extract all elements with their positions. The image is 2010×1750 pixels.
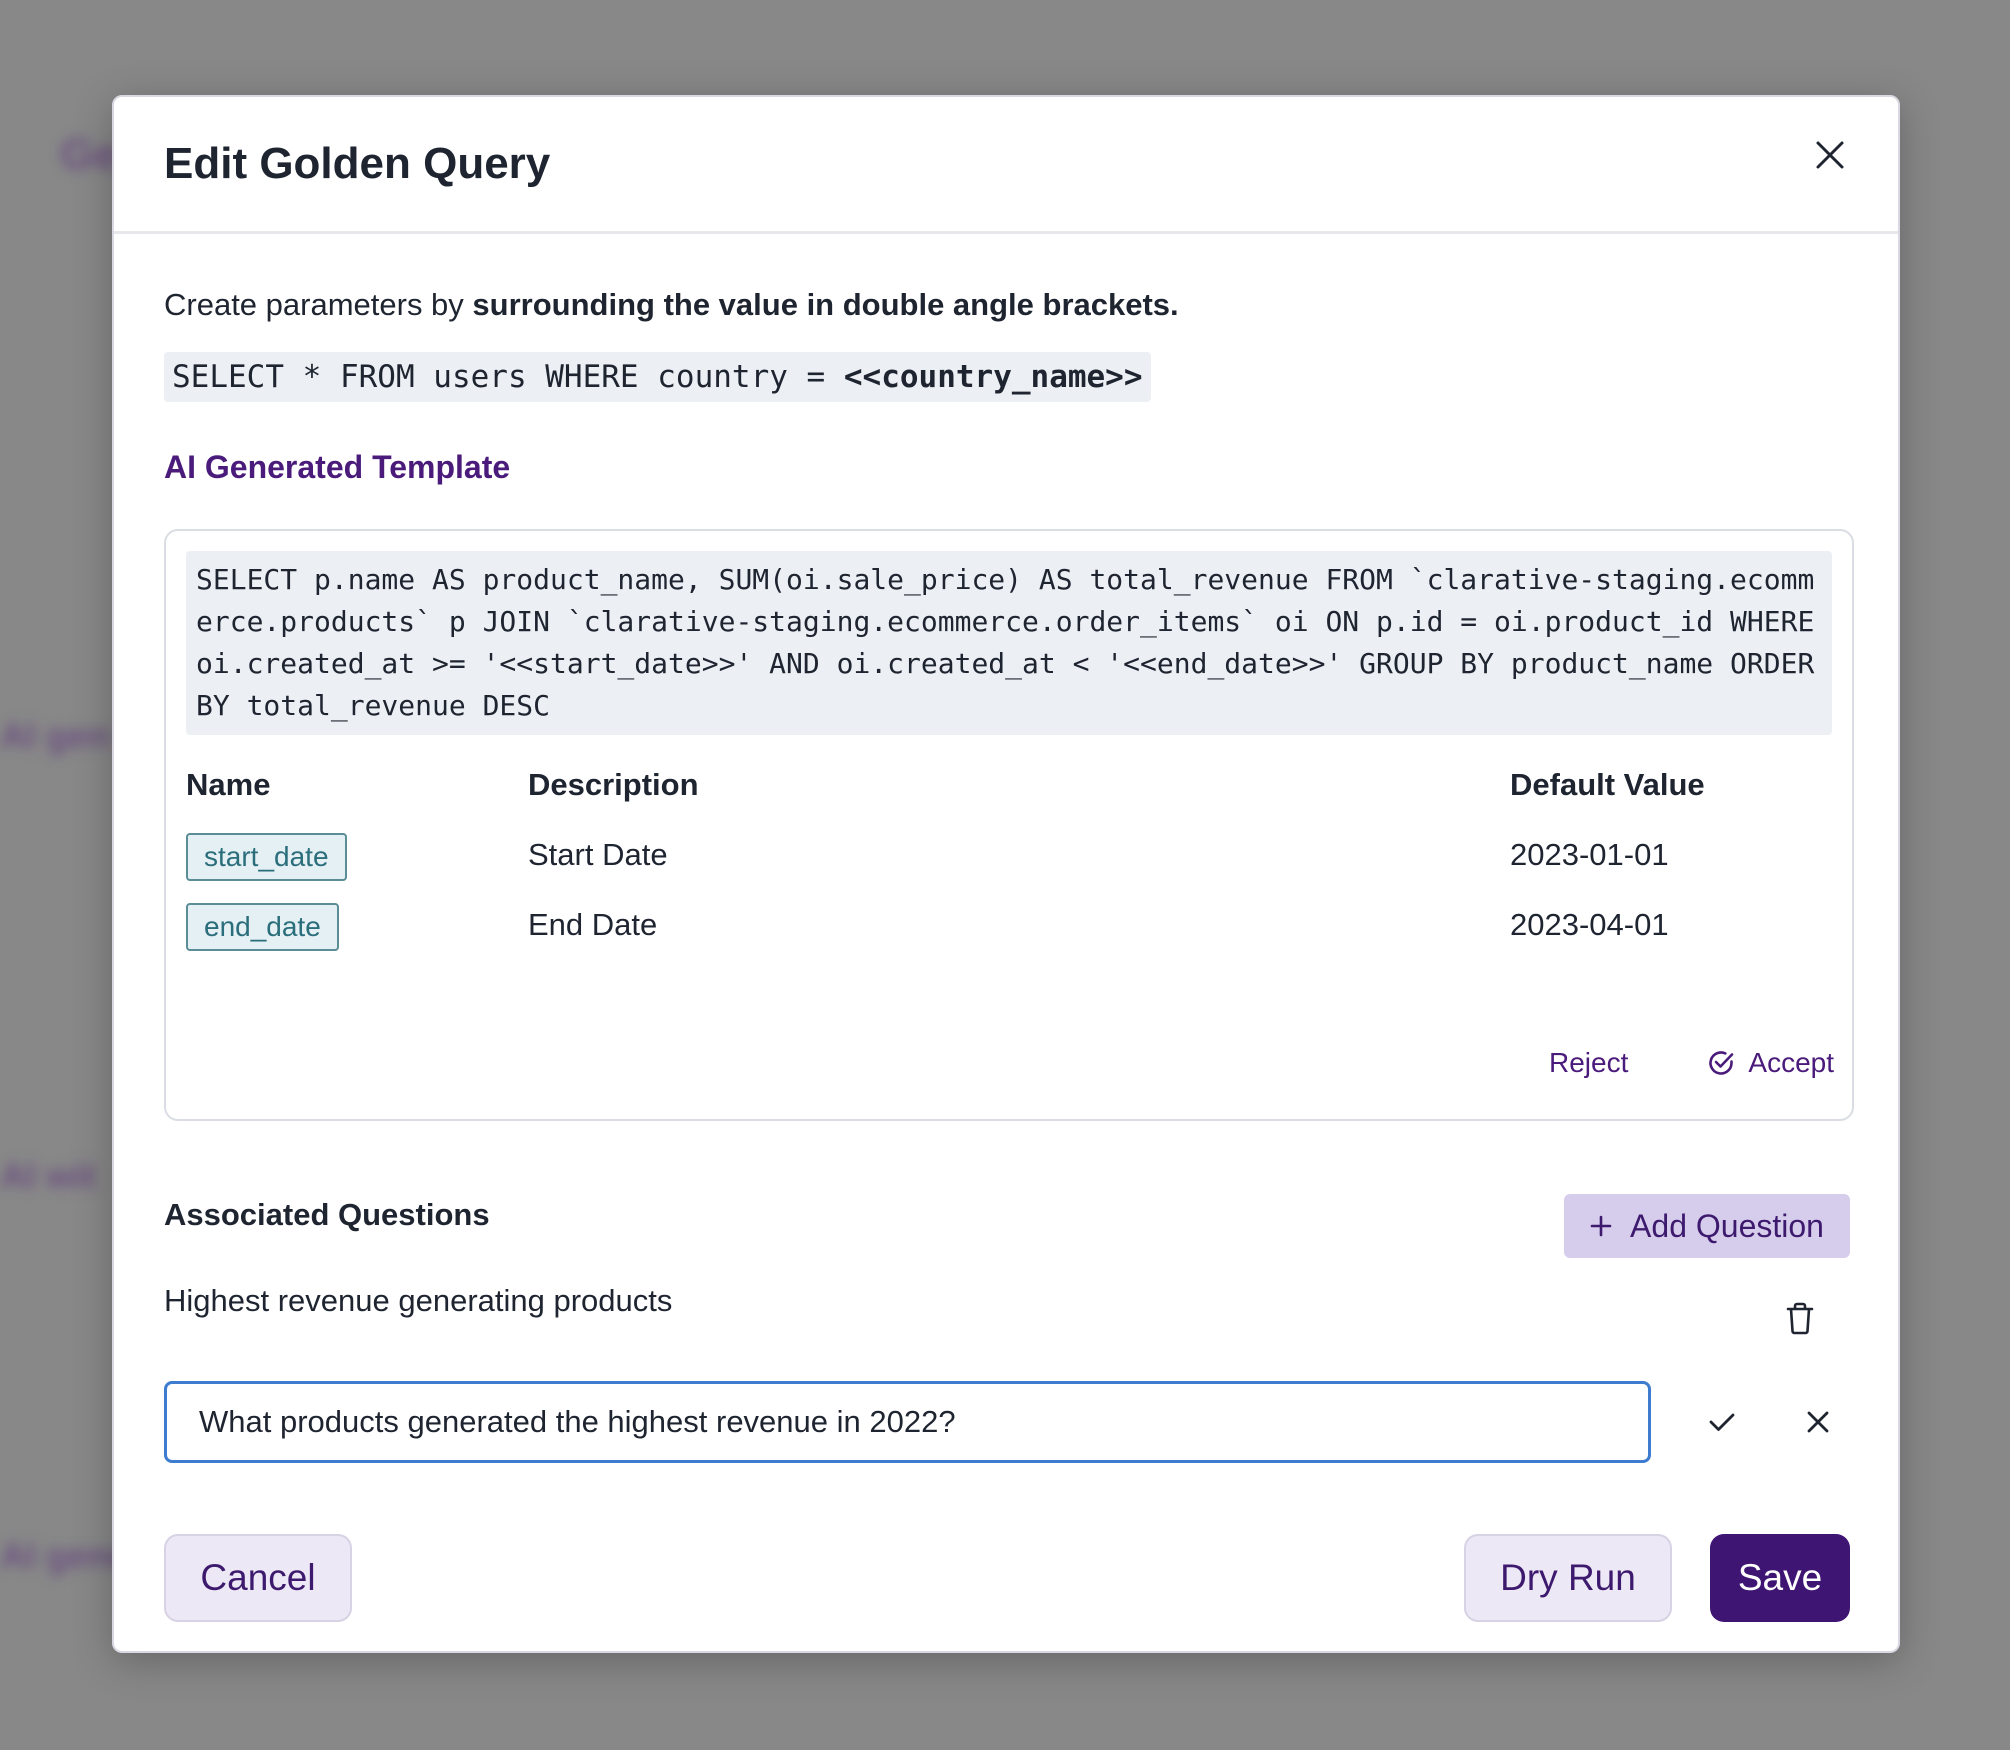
template-actions: Reject Accept bbox=[1549, 1047, 1834, 1079]
ai-template-card: SELECT p.name AS product_name, SUM(oi.sa… bbox=[164, 529, 1854, 1121]
delete-question-button[interactable] bbox=[1782, 1300, 1818, 1336]
table-row: end_date End Date 2023-04-01 bbox=[186, 903, 1832, 951]
associated-question: Highest revenue generating products bbox=[164, 1283, 673, 1318]
background-section-2: AI wit bbox=[0, 1155, 96, 1196]
column-header-description: Description bbox=[528, 767, 699, 802]
reject-button[interactable]: Reject bbox=[1549, 1047, 1628, 1079]
parameter-instructions: Create parameters by surrounding the val… bbox=[164, 287, 1179, 323]
question-input[interactable] bbox=[164, 1381, 1651, 1463]
confirm-question-button[interactable] bbox=[1700, 1400, 1744, 1444]
accept-label: Accept bbox=[1748, 1047, 1834, 1078]
add-question-button[interactable]: Add Question bbox=[1564, 1194, 1850, 1258]
edit-golden-query-modal: Edit Golden Query Create parameters by s… bbox=[112, 95, 1900, 1653]
example-code-text: SELECT * FROM users WHERE country = bbox=[172, 359, 844, 395]
ai-template-sql: SELECT p.name AS product_name, SUM(oi.sa… bbox=[186, 551, 1832, 735]
close-icon bbox=[1807, 1411, 1829, 1433]
cancel-question-button[interactable] bbox=[1796, 1400, 1840, 1444]
table-row: start_date Start Date 2023-01-01 bbox=[186, 833, 1832, 881]
accept-button[interactable]: Accept bbox=[1706, 1047, 1834, 1079]
close-icon bbox=[1816, 141, 1844, 169]
close-button[interactable] bbox=[1810, 135, 1850, 175]
cancel-button[interactable]: Cancel bbox=[164, 1534, 352, 1622]
instructions-bold: surrounding the value in double angle br… bbox=[472, 287, 1179, 322]
add-question-label: Add Question bbox=[1630, 1207, 1824, 1244]
plus-icon bbox=[1590, 1215, 1612, 1237]
checkmark-icon bbox=[1709, 1413, 1735, 1431]
modal-title: Edit Golden Query bbox=[164, 139, 551, 188]
associated-questions-heading: Associated Questions bbox=[164, 1197, 490, 1232]
column-header-name: Name bbox=[186, 767, 271, 802]
background-section-1: AI gen bbox=[0, 715, 111, 756]
ai-template-heading: AI Generated Template bbox=[164, 449, 511, 485]
check-circle-icon bbox=[1709, 1051, 1734, 1075]
save-button[interactable]: Save bbox=[1710, 1534, 1850, 1622]
param-description: End Date bbox=[528, 907, 658, 942]
param-description: Start Date bbox=[528, 837, 668, 872]
instructions-text: Create parameters by bbox=[164, 287, 473, 322]
param-default-value: 2023-04-01 bbox=[1510, 907, 1669, 942]
trash-icon bbox=[1786, 1302, 1814, 1335]
example-code-param: <<country_name>> bbox=[843, 359, 1143, 395]
background-section-3: AI gene bbox=[0, 1535, 131, 1576]
dry-run-button[interactable]: Dry Run bbox=[1464, 1534, 1672, 1622]
column-header-default-value: Default Value bbox=[1510, 767, 1705, 802]
example-code: SELECT * FROM users WHERE country = <<co… bbox=[164, 352, 1151, 402]
modal-header: Edit Golden Query bbox=[114, 97, 1898, 234]
param-chip: end_date bbox=[186, 903, 339, 951]
background-heading: Ge bbox=[60, 130, 119, 179]
reject-label: Reject bbox=[1549, 1047, 1629, 1078]
param-chip: start_date bbox=[186, 833, 347, 881]
param-default-value: 2023-01-01 bbox=[1510, 837, 1669, 872]
